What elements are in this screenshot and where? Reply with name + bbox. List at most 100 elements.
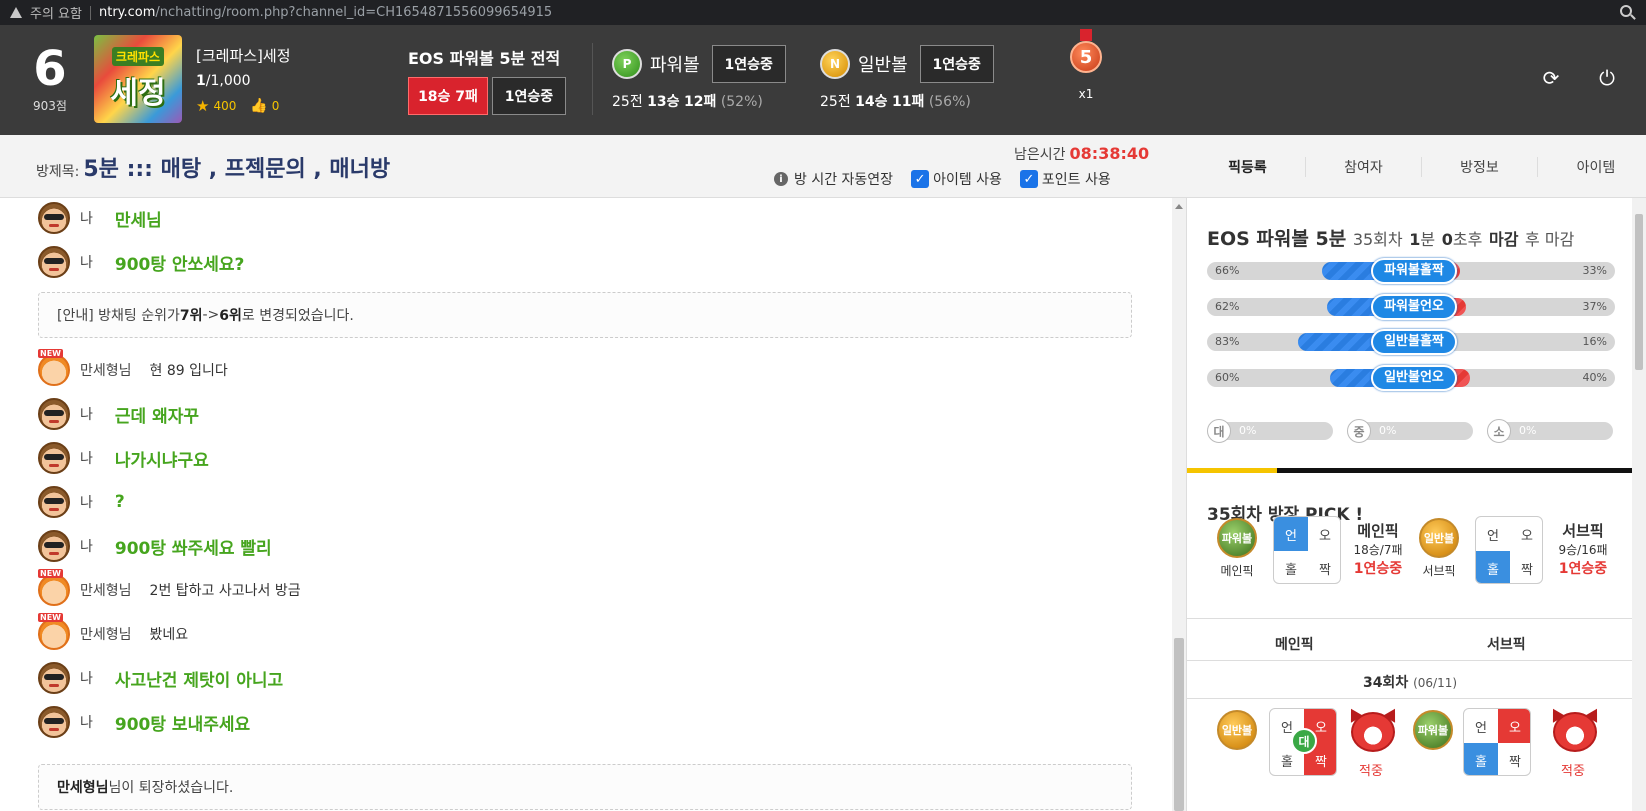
info-icon[interactable]: i xyxy=(774,172,788,186)
tab-participants[interactable]: 참여자 xyxy=(1306,156,1422,177)
main-pick-column-header: 메인픽 xyxy=(1275,637,1314,653)
room-options: i 방 시간 자동연장 ✓ 아이템 사용 ✓ 포인트 사용 xyxy=(774,169,1111,189)
my-avatar-icon xyxy=(38,486,70,518)
chat-message: 나 사고난건 제탓이 아니고 xyxy=(38,662,283,694)
chat-area[interactable]: 나 만세님 나 900탕 안쏘세요? [안내] 방채팅 순위가 7위 -> 6위… xyxy=(0,198,1172,811)
ratio-bar-label: 파워볼언오 xyxy=(1371,294,1457,320)
my-avatar-icon xyxy=(38,706,70,738)
devil-hit-icon xyxy=(1351,712,1395,752)
level-number: 6 xyxy=(33,41,67,97)
item-use-label: 아이템 사용 xyxy=(933,172,1002,188)
auto-extend-label[interactable]: 방 시간 자동연장 xyxy=(794,169,893,189)
chat-message: 나 900탕 보내주세요 xyxy=(38,706,250,738)
timer-progress xyxy=(1187,468,1632,473)
url-path[interactable]: /nchatting/room.php?channel_id=CH1654871… xyxy=(155,5,552,20)
panel-scroll-thumb[interactable] xyxy=(1635,214,1643,370)
normalball-record: N 일반볼 1연승중 25전 14승 11패 (56%) xyxy=(820,45,994,111)
chat-message: 만세형님 봤네요 xyxy=(38,613,188,650)
main-pick-even[interactable]: 짝 xyxy=(1308,551,1340,583)
chat-message: 나 근데 왜자꾸 xyxy=(38,398,199,430)
point-use-checkbox[interactable]: ✓ xyxy=(1019,170,1038,188)
chat-message: 나 만세님 xyxy=(38,202,162,234)
main-pick-odd[interactable]: 홀 xyxy=(1274,551,1308,583)
ratio-bar-label: 파워볼홀짝 xyxy=(1371,258,1457,284)
tab-room-info[interactable]: 방정보 xyxy=(1422,156,1538,177)
star-count: 400 xyxy=(213,99,237,113)
previous-round: 34회차 (06/11) xyxy=(1362,675,1458,691)
powerball-streak: 1연승중 xyxy=(711,45,786,83)
sub-pick-over[interactable]: 오 xyxy=(1510,517,1542,551)
chat-message: 나 900탕 쏴주세요 빨리 xyxy=(38,530,272,562)
sub-pick-column-header: 서브픽 xyxy=(1487,637,1526,653)
sub-pick-under[interactable]: 언 xyxy=(1476,517,1510,551)
medal-icon: 5 xyxy=(1070,41,1102,73)
room-title: 방제목: 5분 ::: 매탕 , 프젝문의 , 매너방 xyxy=(36,157,391,182)
medal-badge: 5 x1 xyxy=(1068,29,1104,101)
prev-sub-grid: 언 오 홀 짝 xyxy=(1463,708,1531,776)
small-size-icon: 소 xyxy=(1487,419,1511,443)
size-bar-large: 대 0% xyxy=(1207,419,1333,443)
main-pick-info: 메인픽 18승/7패 1연승중 xyxy=(1353,522,1403,577)
eos-streak-badge: 1연승중 xyxy=(492,77,566,115)
normalball-icon: N xyxy=(820,49,850,79)
size-bar-small: 소 0% xyxy=(1487,419,1613,443)
ratio-bar: 62% 37% 파워볼언오 xyxy=(1207,294,1615,320)
remaining-time-value: 08:38:40 xyxy=(1069,144,1150,163)
ratio-bar-label: 일반볼홀짝 xyxy=(1371,329,1457,355)
chat-scrollbar[interactable] xyxy=(1172,198,1186,811)
level-points: 903점 xyxy=(33,99,67,113)
medium-size-icon: 중 xyxy=(1347,419,1371,443)
user-header: 6 903점 크레파스 세정 [크레파스]세정 1/1,000 ★ 400 👍 … xyxy=(0,25,1646,135)
system-notice: 만세형님 님이 퇴장하셨습니다. xyxy=(38,764,1132,810)
zoom-icon[interactable] xyxy=(1620,5,1632,17)
panel-title: EOS 파워볼 5분 35회차 1분 0초후 마감 후 마감 xyxy=(1207,228,1575,250)
chat-message: 나 ? xyxy=(38,486,125,518)
eos-record-badge: 18승 7패 xyxy=(408,77,488,115)
eos-record-title: EOS 파워볼 5분 전적 xyxy=(408,49,561,68)
user-stats: ★ 400 👍 0 xyxy=(196,97,279,115)
like-count: 0 xyxy=(271,99,280,113)
devil-hit-icon xyxy=(1553,712,1597,752)
powerball-record: P 파워볼 1연승중 25전 13승 12패 (52%) xyxy=(612,45,786,111)
room-info-bar: 방제목: 5분 ::: 매탕 , 프젝문의 , 매너방 남은시간 08:38:40 … xyxy=(0,135,1646,198)
my-avatar-icon xyxy=(38,442,70,474)
user-avatar[interactable]: 크레파스 세정 xyxy=(94,35,182,123)
sub-pick-grid[interactable]: 언 오 홀 짝 xyxy=(1475,516,1543,584)
scroll-up-icon[interactable] xyxy=(1175,204,1183,209)
power-icon[interactable]: ⏻ xyxy=(1596,66,1618,90)
tab-pick-register[interactable]: 픽등록 xyxy=(1190,156,1306,177)
browser-url-bar[interactable]: 주의 요함 ntry.com/nchatting/room.php?channe… xyxy=(0,0,1646,25)
chat-message: 나 나가시냐구요 xyxy=(38,442,209,474)
normalball-result-icon: 일반볼 xyxy=(1217,710,1257,750)
sub-pick-odd[interactable]: 홀 xyxy=(1476,551,1510,583)
item-use-checkbox[interactable]: ✓ xyxy=(911,170,930,188)
refresh-icon[interactable]: ⟳ xyxy=(1540,66,1562,90)
new-user-avatar-icon xyxy=(38,349,70,386)
my-avatar-icon xyxy=(38,530,70,562)
system-notice: [안내] 방채팅 순위가 7위 -> 6위 로 변경되었습니다. xyxy=(38,292,1132,338)
chat-scroll-thumb[interactable] xyxy=(1174,638,1184,811)
main-pick-grid[interactable]: 언 오 홀 짝 xyxy=(1273,516,1341,584)
main-pick-under[interactable]: 언 xyxy=(1274,517,1308,551)
sub-pick-even[interactable]: 짝 xyxy=(1510,551,1542,583)
normalball-name: 일반볼 xyxy=(858,55,908,76)
tab-items[interactable]: 아이템 xyxy=(1538,157,1646,177)
medal-ribbon-icon xyxy=(1080,29,1092,41)
powerball-result-icon: 파워볼 xyxy=(1413,710,1453,750)
point-use-label: 포인트 사용 xyxy=(1041,172,1111,188)
new-user-avatar-icon xyxy=(38,613,70,650)
powerball-icon: P xyxy=(612,49,642,79)
security-warning: 주의 요함 xyxy=(30,7,82,22)
remaining-time: 남은시간 08:38:40 xyxy=(1014,144,1150,163)
pick-panel: EOS 파워볼 5분 35회차 1분 0초후 마감 후 마감 66% 33% 파워… xyxy=(1186,198,1632,811)
chat-message: 만세형님 현 89 입니다 xyxy=(38,349,228,386)
my-avatar-icon xyxy=(38,398,70,430)
chat-message: 나 900탕 안쏘세요? xyxy=(38,246,244,278)
normalball-streak: 1연승중 xyxy=(919,45,994,83)
url-host[interactable]: ntry.com xyxy=(99,5,155,20)
panel-scrollbar[interactable] xyxy=(1632,198,1646,811)
main-pick-over[interactable]: 오 xyxy=(1308,517,1340,551)
my-avatar-icon xyxy=(38,202,70,234)
large-size-icon: 대 xyxy=(1207,419,1231,443)
eos-record-block: EOS 파워볼 5분 전적 18승 7패 1연승중 xyxy=(408,45,566,115)
